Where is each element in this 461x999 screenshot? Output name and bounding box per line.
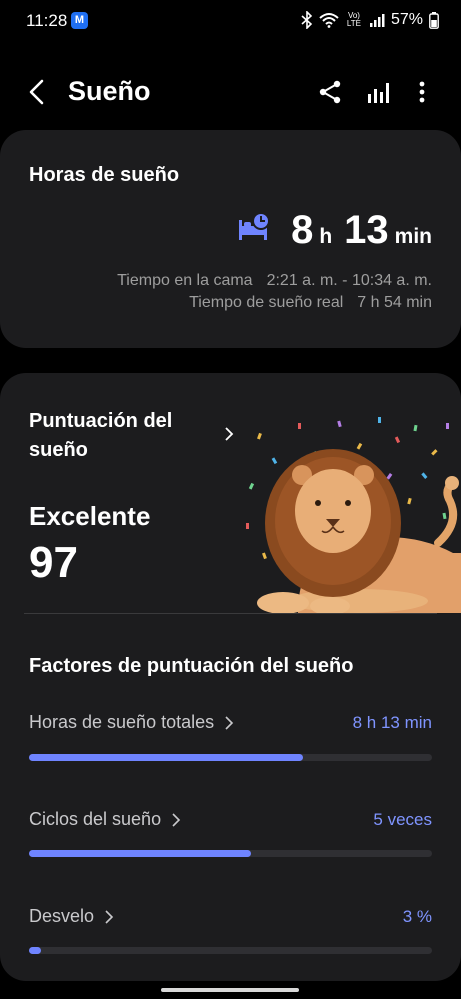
time-in-bed-label: Tiempo en la cama [117,272,253,289]
chart-icon[interactable] [364,78,392,106]
battery-icon [429,11,439,29]
factor-progress-fill [29,754,304,761]
chevron-right-icon [225,715,234,730]
page-title: Sueño [68,76,151,106]
share-icon[interactable] [316,78,344,106]
duration-hours-unit: h [319,225,333,248]
factor-progress-fill [29,850,251,857]
factor-label: Ciclos del sueño [29,809,162,829]
sleep-hours-title: Horas de sueño [29,164,180,186]
bluetooth-icon [301,11,313,29]
duration-minutes: 13 [344,208,389,252]
time-in-bed-value: 2:21 a. m. - 10:34 a. m. [266,272,432,289]
status-bar: 11:28 M Vo) LTE 57% [0,0,461,44]
factor-value: 3 % [402,907,432,926]
factor-sleep-cycles[interactable]: Ciclos del sueño [29,809,181,830]
chevron-right-icon [105,909,114,924]
factor-progress-fill [29,947,42,954]
factor-progress-track [29,754,432,761]
sleep-score-card: Puntuación del sueño Excelente 97 Factor… [0,373,461,981]
battery-percent: 57% [390,11,423,28]
status-icons: Vo) LTE 57% [301,11,439,29]
chevron-right-icon [172,812,181,827]
sleep-duration: 8 h 13 min [291,208,432,253]
factor-progress-track [29,947,432,954]
factor-awake[interactable]: Desvelo [29,906,114,927]
app-bar: Sueño [0,60,461,124]
actual-sleep-label: Tiempo de sueño real [189,294,344,311]
signal-icon [369,14,385,27]
factor-progress-track [29,850,432,857]
factor-value: 5 veces [373,810,432,829]
lion-illustration [246,417,461,613]
sleep-score-title: Puntuación del sueño [29,410,173,461]
home-indicator[interactable] [161,988,299,992]
factor-value: 8 h 13 min [352,713,432,732]
factors-title: Factores de puntuación del sueño [29,655,354,677]
notification-app-icon: M [71,12,88,29]
factor-label: Desvelo [29,906,95,926]
actual-sleep-value: 7 h 54 min [357,294,432,311]
chevron-right-icon [225,427,234,441]
volte-indicator: Vo) LTE [346,11,361,28]
wifi-icon [319,13,339,28]
factor-label: Horas de sueño totales [29,712,215,732]
sleep-hours-card[interactable]: Horas de sueño 8 h 13 min Tiempo en la c… [0,130,461,348]
divider [24,613,437,614]
duration-hours: 8 [291,208,314,252]
more-icon[interactable] [408,78,436,106]
back-icon[interactable] [22,76,54,108]
duration-minutes-unit: min [394,225,432,248]
status-time: 11:28 [26,11,68,30]
bed-clock-icon [239,212,270,240]
actual-sleep-row: Tiempo de sueño real 7 h 54 min [189,294,432,312]
factor-total-hours[interactable]: Horas de sueño totales [29,712,234,733]
time-in-bed-row: Tiempo en la cama 2:21 a. m. - 10:34 a. … [117,272,432,290]
sleep-score-value: 97 [29,538,78,587]
sleep-score-rating: Excelente [29,501,151,531]
